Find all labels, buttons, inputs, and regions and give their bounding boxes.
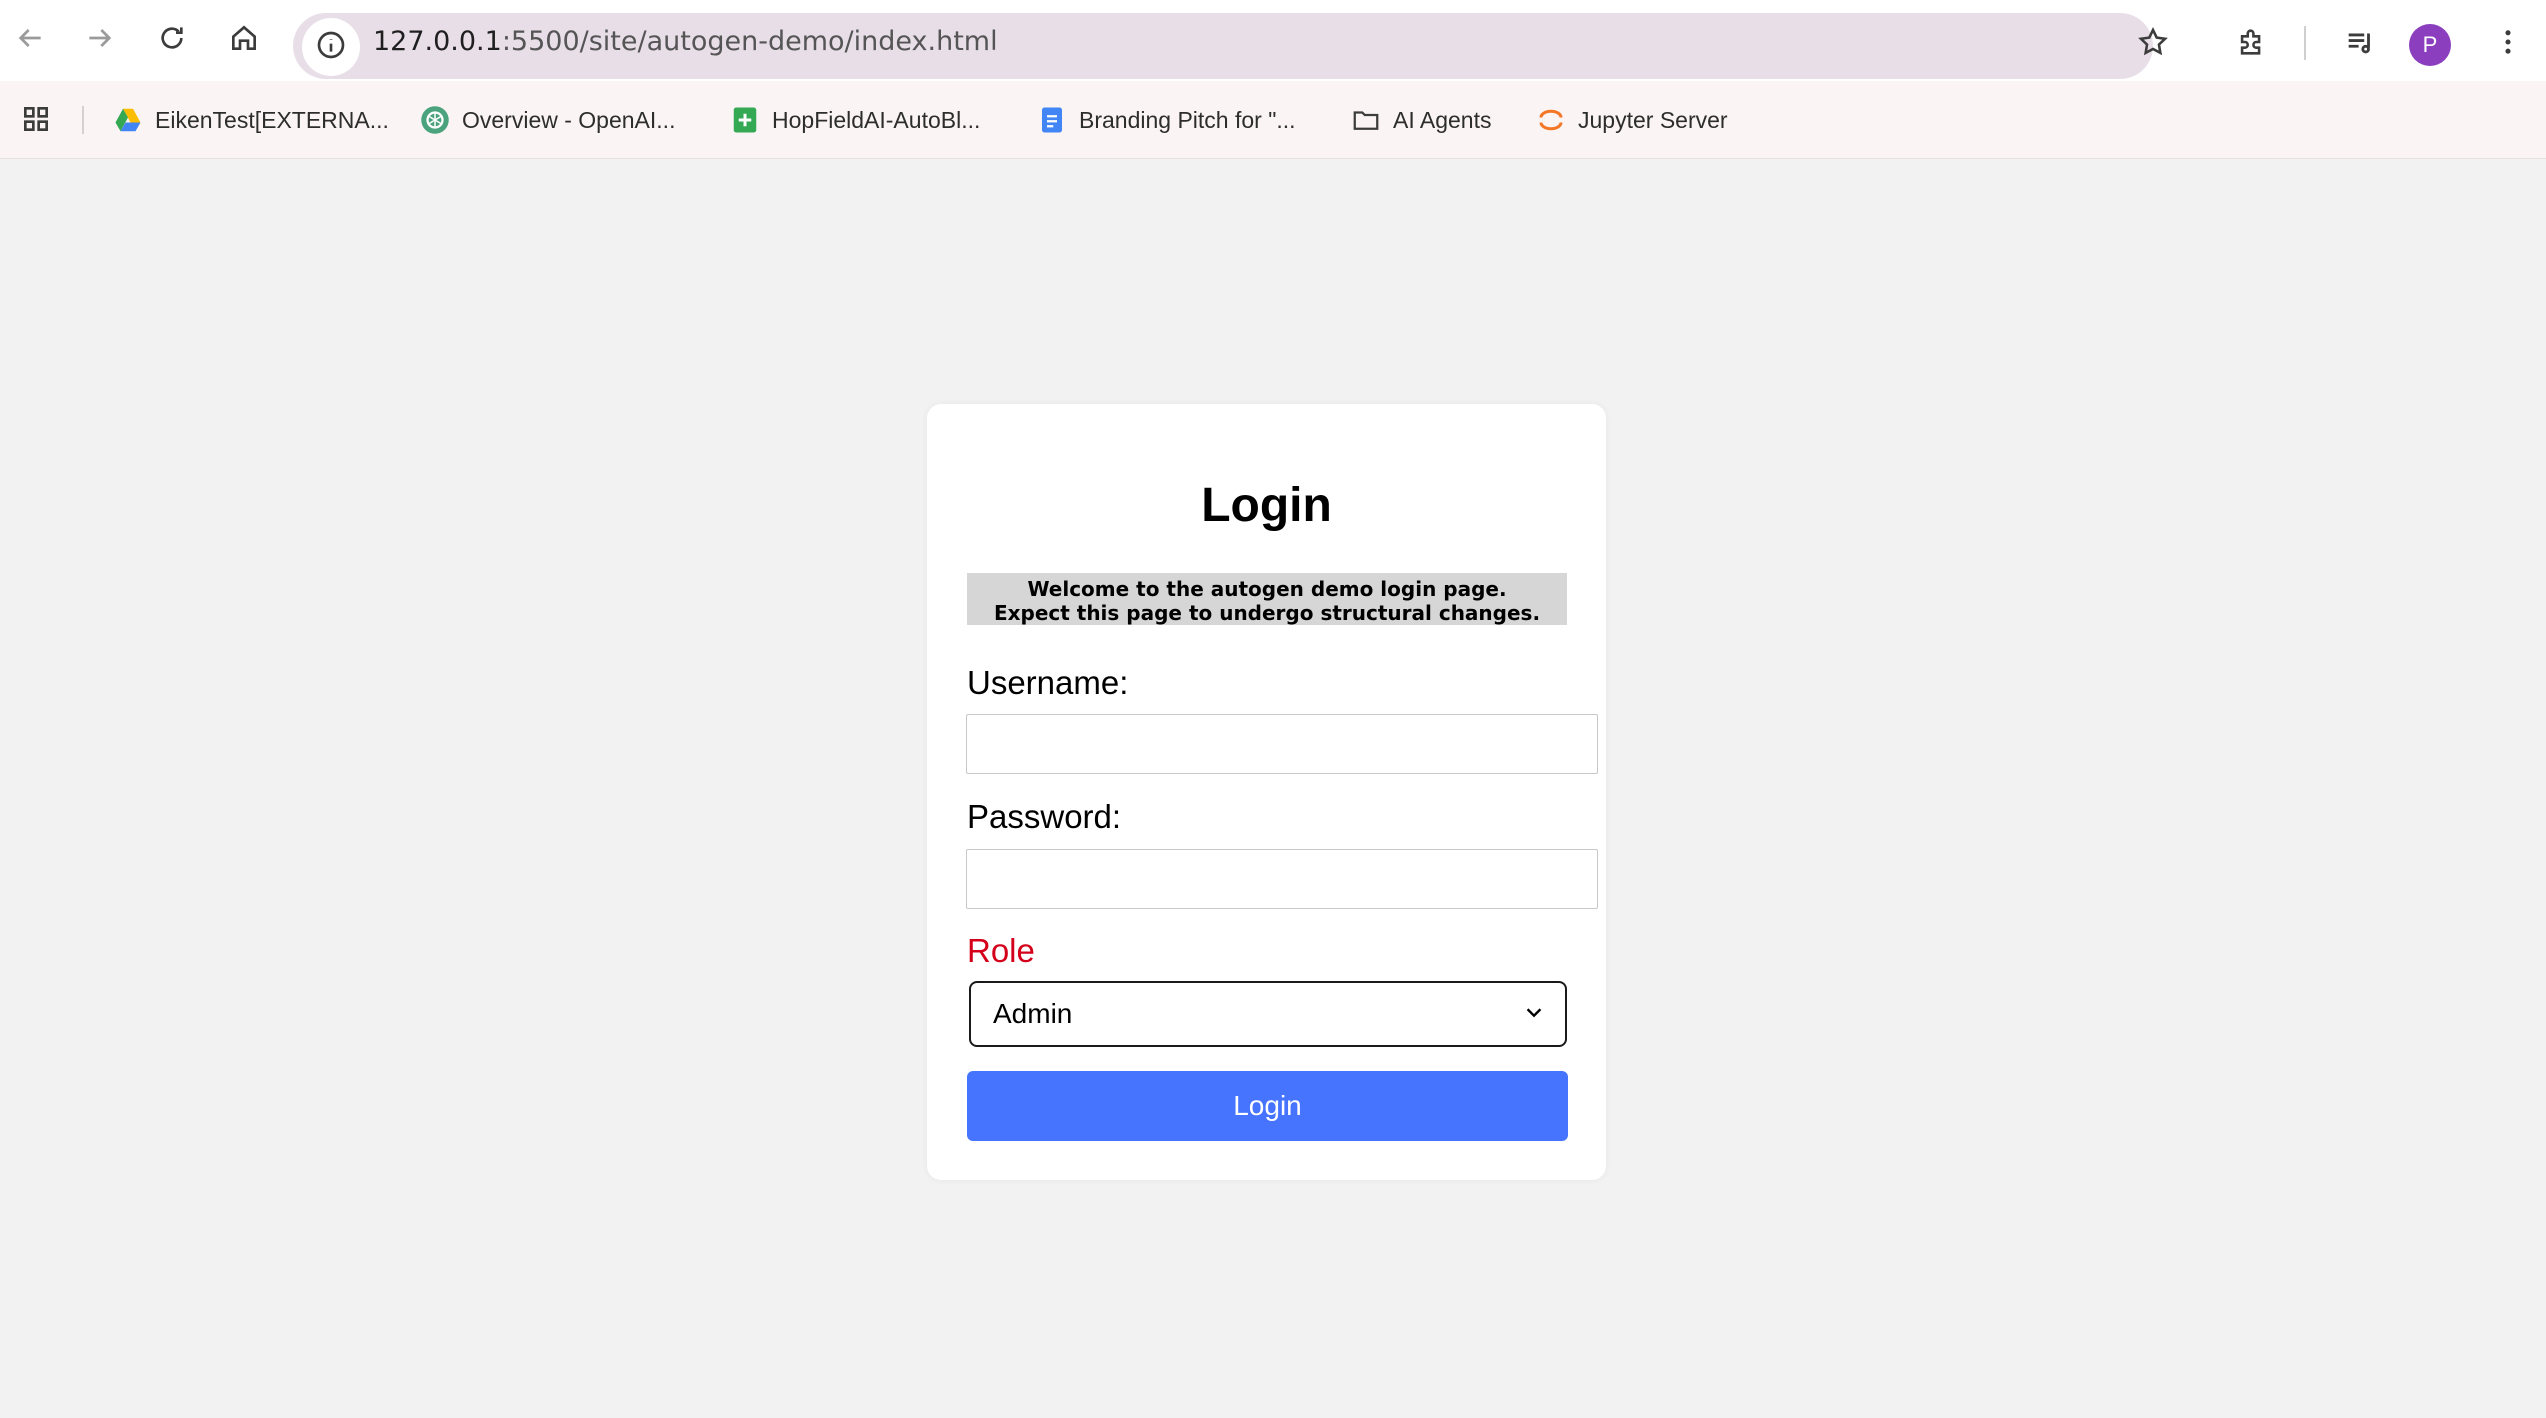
back-button[interactable] <box>0 10 60 70</box>
url-host: 127.0.0.1 <box>373 26 502 57</box>
bookmark-ai-agents-folder[interactable]: AI Agents <box>1351 94 1491 146</box>
bookmark-label: Branding Pitch for "... <box>1079 106 1296 133</box>
bookmark-eikentest[interactable]: EikenTest[EXTERNA... <box>113 94 389 146</box>
home-button[interactable] <box>214 10 274 70</box>
apps-grid-icon <box>20 103 52 139</box>
reload-icon <box>156 22 188 58</box>
reload-button[interactable] <box>142 10 202 70</box>
extensions-button[interactable] <box>2222 14 2282 74</box>
google-drive-icon <box>113 105 143 135</box>
more-vert-icon <box>2491 25 2525 63</box>
playlist-icon <box>2343 25 2377 63</box>
welcome-banner: Welcome to the autogen demo login page. … <box>967 573 1567 625</box>
apps-button[interactable] <box>14 99 58 143</box>
bookmark-label: AI Agents <box>1393 106 1492 133</box>
login-button[interactable]: Login <box>967 1071 1568 1141</box>
role-select[interactable]: Admin <box>969 981 1567 1047</box>
openai-icon <box>420 105 450 135</box>
welcome-line-2: Expect this page to undergo structural c… <box>993 601 1541 625</box>
bookmark-label: Jupyter Server <box>1578 106 1728 133</box>
chevron-down-icon <box>1523 998 1545 1030</box>
toolbar-divider <box>2304 26 2306 60</box>
site-info-button[interactable] <box>302 18 360 76</box>
bookmark-jupyter-server[interactable]: Jupyter Server <box>1536 94 1728 146</box>
login-title: Login <box>1201 479 1332 532</box>
forward-button[interactable] <box>70 10 130 70</box>
bookmark-openai-overview[interactable]: Overview - OpenAI... <box>420 94 675 146</box>
username-input[interactable] <box>966 714 1598 774</box>
bookmark-star-button[interactable] <box>2123 14 2183 74</box>
bookmark-hopfieldai[interactable]: HopFieldAI-AutoBl... <box>730 94 980 146</box>
home-icon <box>228 22 260 58</box>
role-selected-value: Admin <box>993 998 1073 1029</box>
browser-menu-button[interactable] <box>2478 14 2538 74</box>
browser-toolbar: 127.0.0.1:5500/site/autogen-demo/index.h… <box>0 0 2546 81</box>
google-sheets-icon <box>730 105 760 135</box>
profile-avatar[interactable]: P <box>2409 24 2451 66</box>
star-icon <box>2136 25 2170 63</box>
info-icon <box>315 29 347 65</box>
folder-icon <box>1351 105 1381 135</box>
bookmarks-divider <box>82 106 84 134</box>
role-label: Role <box>967 932 1035 969</box>
google-docs-icon <box>1037 105 1067 135</box>
bookmark-branding-pitch[interactable]: Branding Pitch for "... <box>1037 94 1296 146</box>
password-input[interactable] <box>966 849 1598 909</box>
url-path: :5500/site/autogen-demo/index.html <box>501 26 998 57</box>
welcome-line-1: Welcome to the autogen demo login page. <box>1027 577 1507 601</box>
media-controls-button[interactable] <box>2330 14 2390 74</box>
arrow-left-icon <box>14 22 46 58</box>
puzzle-icon <box>2235 25 2269 63</box>
password-label: Password: <box>967 798 1122 835</box>
username-label: Username: <box>967 664 1129 701</box>
jupyter-icon <box>1536 105 1566 135</box>
arrow-right-icon <box>84 22 116 58</box>
bookmark-label: EikenTest[EXTERNA... <box>155 106 389 133</box>
bookmark-label: Overview - OpenAI... <box>462 106 676 133</box>
url-text[interactable]: 127.0.0.1:5500/site/autogen-demo/index.h… <box>373 26 998 57</box>
bookmark-label: HopFieldAI-AutoBl... <box>772 106 981 133</box>
